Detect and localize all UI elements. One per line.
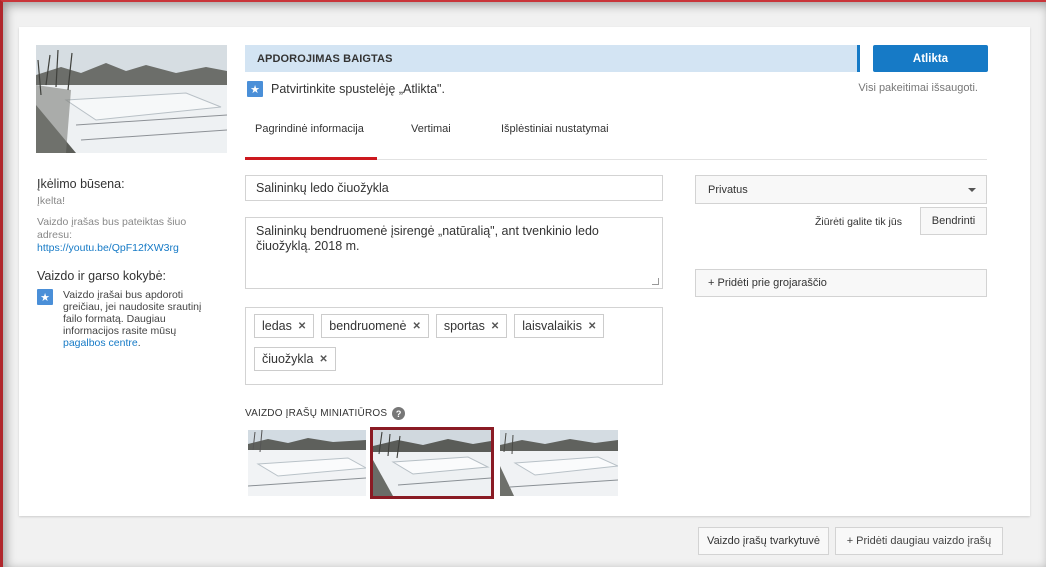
remove-tag-icon[interactable]: ✕	[491, 321, 499, 332]
status-panel: Įkėlimo būsena: Įkelta! Vaizdo įrašas bu…	[37, 177, 237, 349]
quality-suffix: .	[137, 337, 141, 349]
resize-grip-icon[interactable]	[652, 278, 659, 285]
tag-chip: bendruomenė ✕	[321, 314, 429, 338]
thumbnail-image	[248, 430, 366, 496]
description-text: Salininkų bendruomenė įsirengė „natūrali…	[256, 224, 599, 253]
video-url-link[interactable]: https://youtu.be/QpF12fXW3rg	[37, 242, 237, 254]
thumbnails-label: VAIZDO ĮRAŠŲ MINIATIŪROS ?	[245, 407, 406, 420]
tag-chip: sportas ✕	[435, 314, 508, 338]
remove-tag-icon[interactable]: ✕	[412, 321, 420, 332]
url-note: Vaizdo įrašas bus pateiktas šiuo adresu:	[37, 216, 187, 241]
tag-chip: čiuožykla ✕	[254, 347, 336, 371]
privacy-value: Privatus	[708, 183, 748, 196]
info-star-icon: ★	[37, 289, 53, 305]
help-icon[interactable]: ?	[392, 407, 406, 420]
tag-chip: ledas ✕	[254, 314, 315, 338]
remove-tag-icon[interactable]: ✕	[319, 354, 327, 365]
thumbnail-option-3[interactable]	[500, 430, 618, 496]
tag-chip: laisvalaikis ✕	[514, 314, 605, 338]
thumbnail-image	[373, 430, 491, 496]
title-input[interactable]: Salininkų ledo čiuožykla	[245, 175, 663, 201]
confirm-row: ★ Patvirtinkite spustelėję „Atlikta".	[247, 81, 445, 97]
tags-field[interactable]: ledas ✕ bendruomenė ✕ sportas ✕ laisvalaiki…	[245, 307, 663, 385]
upload-status-value: Įkelta!	[37, 195, 66, 207]
star-icon: ★	[247, 81, 263, 97]
thumbnails-label-text: VAIZDO ĮRAŠŲ MINIATIŪROS	[245, 408, 388, 419]
tag-label: sportas	[443, 319, 485, 333]
help-center-link[interactable]: pagalbos centre	[63, 337, 138, 349]
upload-status-title: Įkėlimo būsena:	[37, 177, 125, 191]
add-more-videos-button[interactable]: + Pridėti daugiau vaizdo įrašų	[835, 527, 1003, 555]
tag-label: čiuožykla	[262, 352, 314, 366]
video-manager-button[interactable]: Vaizdo įrašų tvarkytuvė	[698, 527, 829, 555]
quality-text: Vaizdo įrašai bus apdoroti greičiau, jei…	[63, 289, 213, 349]
tab-translations[interactable]: Vertimai	[411, 122, 451, 160]
remove-tag-icon[interactable]: ✕	[298, 321, 306, 332]
tab-basic-info[interactable]: Pagrindinė informacija	[245, 122, 377, 160]
remove-tag-icon[interactable]: ✕	[588, 321, 596, 332]
video-preview-image	[36, 45, 227, 153]
tab-bar: Pagrindinė informacija Vertimai Išplėsti…	[245, 122, 987, 160]
tag-label: bendruomenė	[329, 319, 407, 333]
quality-title: Vaizdo ir garso kokybė:	[37, 269, 166, 283]
quality-body: Vaizdo įrašai bus apdoroti greičiau, jei…	[63, 289, 202, 337]
tag-label: ledas	[262, 319, 292, 333]
privacy-select[interactable]: Privatus	[695, 175, 987, 204]
visibility-note: Žiūrėti galite tik jūs	[815, 216, 902, 228]
thumbnail-image	[500, 430, 618, 496]
share-button[interactable]: Bendrinti	[920, 207, 987, 235]
thumbnail-option-2[interactable]	[370, 427, 494, 499]
done-button[interactable]: Atlikta	[873, 45, 988, 72]
video-preview[interactable]	[36, 45, 227, 153]
confirm-text: Patvirtinkite spustelėję „Atlikta".	[271, 82, 445, 96]
add-to-playlist-button[interactable]: + Pridėti prie grojaraščio	[695, 269, 987, 297]
description-textarea[interactable]: Salininkų bendruomenė įsirengė „natūrali…	[245, 217, 663, 289]
tag-label: laisvalaikis	[522, 319, 582, 333]
processing-banner: APDOROJIMAS BAIGTAS	[245, 45, 860, 72]
upload-card: Įkėlimo būsena: Įkelta! Vaizdo įrašas bu…	[19, 27, 1030, 516]
chevron-down-icon	[968, 188, 976, 192]
tab-advanced-settings[interactable]: Išplėstiniai nustatymai	[501, 122, 609, 160]
saved-status: Visi pakeitimai išsaugoti.	[858, 82, 978, 94]
thumbnail-option-1[interactable]	[248, 430, 366, 496]
